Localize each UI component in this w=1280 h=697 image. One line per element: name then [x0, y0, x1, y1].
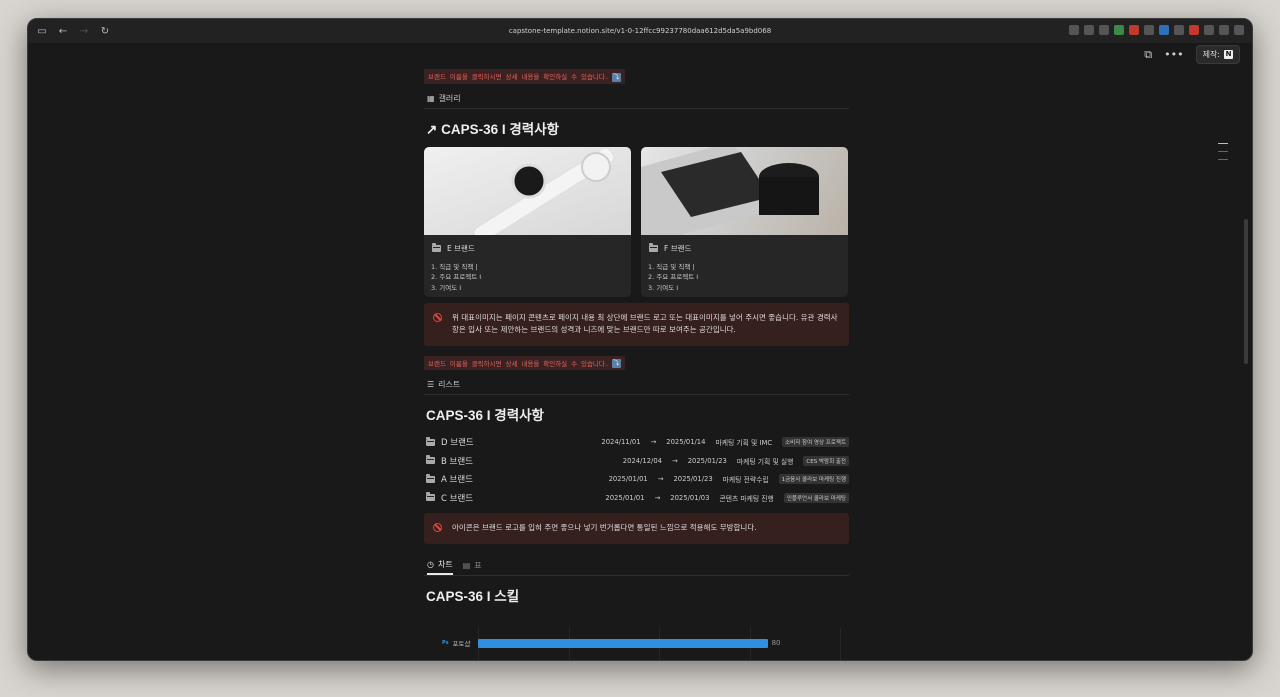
- extension-icon[interactable]: [1084, 25, 1094, 35]
- prohibited-icon: [433, 312, 442, 322]
- gallery: E 브랜드 1. 직급 및 직책 | 2. 주요 프로젝트 I 3. 기여도 I: [424, 146, 849, 297]
- extension-icon[interactable]: [1189, 25, 1199, 35]
- made-with-notion-button[interactable]: 제작: N: [1195, 45, 1240, 64]
- chart-bar[interactable]: [478, 638, 768, 648]
- tag: CES 박람회 출전: [803, 455, 849, 466]
- extension-icon[interactable]: [1159, 25, 1169, 35]
- tag: 인플루언서 콜라보 마케팅: [783, 492, 849, 503]
- list-title[interactable]: CAPS-36 I 경력사항: [426, 404, 849, 424]
- tag: 1금융사 콜라보 마케팅 진행: [778, 474, 849, 485]
- duplicate-icon[interactable]: ⧉: [1144, 48, 1152, 62]
- extension-icon[interactable]: [1114, 25, 1124, 35]
- list-item[interactable]: C 브랜드 2025/01/01 → 2025/01/03 콘텐츠 마케팅 진행…: [424, 489, 849, 508]
- chart-category-text: 포토샵: [452, 639, 471, 648]
- card-cover-laptop: [641, 146, 848, 235]
- url-text[interactable]: capstone-template.notion.site/v1-0-12ffc…: [509, 27, 771, 35]
- list-icon: ☰: [427, 380, 435, 389]
- chart-title[interactable]: CAPS-36 I 스킬: [426, 585, 849, 605]
- chart-category-label: Ps 포토샵: [442, 638, 471, 648]
- chart-value-label: 80: [771, 638, 781, 647]
- list-callout: 아이콘은 브랜드 로고를 입혀 주면 좋으나 넣기 번거롭다면 통일된 느낌으로…: [424, 513, 849, 544]
- list-item[interactable]: D 브랜드 2024/11/01 → 2025/01/14 마케팅 기획 및 I…: [424, 433, 849, 452]
- extensions-bar: [1069, 25, 1244, 35]
- hint-text: 브랜드 이름을 클릭하시면 상세 내용을 확인하실 수 있습니다. ⤵: [424, 69, 625, 84]
- arrow-down-icon: ⤵: [611, 72, 621, 82]
- back-icon[interactable]: ←: [57, 26, 69, 37]
- hint-wrapper: 브랜드 이름을 클릭하시면 상세 내용을 확인하실 수 있습니다. ⤵: [424, 351, 849, 370]
- chart-gridline: [840, 626, 841, 660]
- arrow-down-icon: ⤵: [611, 359, 621, 368]
- browser-window: ▭ ← → ↻ capstone-template.notion.site/v1…: [27, 18, 1253, 661]
- tab-table[interactable]: ▤ 표: [463, 555, 482, 575]
- prohibited-icon: [433, 523, 442, 532]
- laptop-image-icon: [641, 146, 819, 235]
- tab-chart[interactable]: ◷ 차트: [427, 555, 453, 575]
- notion-topbar: ⧉ ••• 제작: N: [1144, 45, 1240, 64]
- folder-icon: [649, 242, 658, 252]
- scrollbar[interactable]: [1244, 219, 1248, 364]
- page-content: 브랜드 이름을 클릭하시면 상세 내용을 확인하실 수 있습니다. ⤵ ▦ 갤러리…: [424, 64, 849, 660]
- arrow-icon: →: [654, 493, 661, 502]
- extension-icon[interactable]: [1174, 25, 1184, 35]
- card-cover-watch: [424, 146, 631, 235]
- folder-icon: [426, 492, 435, 502]
- gallery-view-tabs: ▦ 갤러리: [424, 89, 849, 109]
- gallery-callout: 위 대표이미지는 페이지 콘텐츠로 페이지 내용 최 상단에 브랜드 로고 또는…: [424, 302, 849, 346]
- tab-list[interactable]: ☰ 리스트: [427, 375, 460, 395]
- hint-text: 브랜드 이름을 클릭하시면 상세 내용을 확인하실 수 있습니다. ⤵: [424, 355, 625, 370]
- list-item[interactable]: B 브랜드 2024/12/04 → 2025/01/23 마케팅 기획 및 실…: [424, 452, 849, 471]
- arrow-icon: →: [657, 475, 664, 484]
- browser-toolbar: ▭ ← → ↻ capstone-template.notion.site/v1…: [28, 19, 1252, 43]
- extension-icon[interactable]: [1129, 25, 1139, 35]
- forward-icon[interactable]: →: [78, 26, 90, 37]
- extension-icon[interactable]: [1099, 25, 1109, 35]
- card-body: 1. 직급 및 직책 | 2. 주요 프로젝트 I 3. 기여도 I: [648, 262, 699, 292]
- folder-icon: [432, 242, 441, 252]
- notion-logo-icon: N: [1224, 50, 1233, 59]
- sidebar-toggle-icon[interactable]: ▭: [36, 26, 48, 37]
- card-body: 1. 직급 및 직책 | 2. 주요 프로젝트 I 3. 기여도 I: [431, 262, 482, 292]
- reload-icon[interactable]: ↻: [99, 26, 111, 37]
- folder-icon: [426, 455, 435, 465]
- chart-view-tabs: ◷ 차트 ▤ 표: [424, 556, 849, 576]
- list-item[interactable]: A 브랜드 2025/01/01 → 2025/01/23 마케팅 전략수립 1…: [424, 470, 849, 489]
- extension-icon[interactable]: [1204, 25, 1214, 35]
- gallery-card-e[interactable]: E 브랜드 1. 직급 및 직책 | 2. 주요 프로젝트 I 3. 기여도 I: [424, 146, 631, 297]
- table-icon: ▤: [462, 560, 471, 570]
- chart-icon: ◷: [427, 559, 434, 569]
- sidebar-icon[interactable]: [1234, 25, 1244, 35]
- folder-icon: [426, 436, 435, 446]
- more-icon[interactable]: •••: [1164, 48, 1183, 61]
- arrow-icon: →: [671, 456, 678, 465]
- tab-gallery[interactable]: ▦ 갤러리: [427, 88, 461, 108]
- career-list: D 브랜드 2024/11/01 → 2025/01/14 마케팅 기획 및 I…: [424, 433, 849, 507]
- extension-icon[interactable]: [1219, 25, 1229, 35]
- tag: 소비자 참여 영상 프로젝트: [782, 437, 849, 448]
- extension-icon[interactable]: [1069, 25, 1079, 35]
- skill-chart: Ps 포토샵 80: [424, 617, 849, 660]
- gallery-title[interactable]: ↗ CAPS-36 I 경력사항: [426, 118, 849, 138]
- gallery-icon: ▦: [427, 93, 435, 103]
- arrow-icon: →: [650, 438, 657, 447]
- extension-icon[interactable]: [1144, 25, 1154, 35]
- table-of-contents[interactable]: [1218, 143, 1228, 167]
- folder-icon: [426, 473, 435, 483]
- link-arrow-icon: ↗: [426, 121, 438, 137]
- gallery-card-f[interactable]: F 브랜드 1. 직급 및 직책 | 2. 주요 프로젝트 I 3. 기여도 I: [641, 146, 848, 297]
- card-title: E 브랜드: [432, 242, 631, 254]
- watch-image-icon: [473, 147, 615, 235]
- list-view-tabs: ☰ 리스트: [424, 375, 849, 395]
- photoshop-icon: Ps: [442, 639, 449, 646]
- card-title: F 브랜드: [649, 242, 848, 254]
